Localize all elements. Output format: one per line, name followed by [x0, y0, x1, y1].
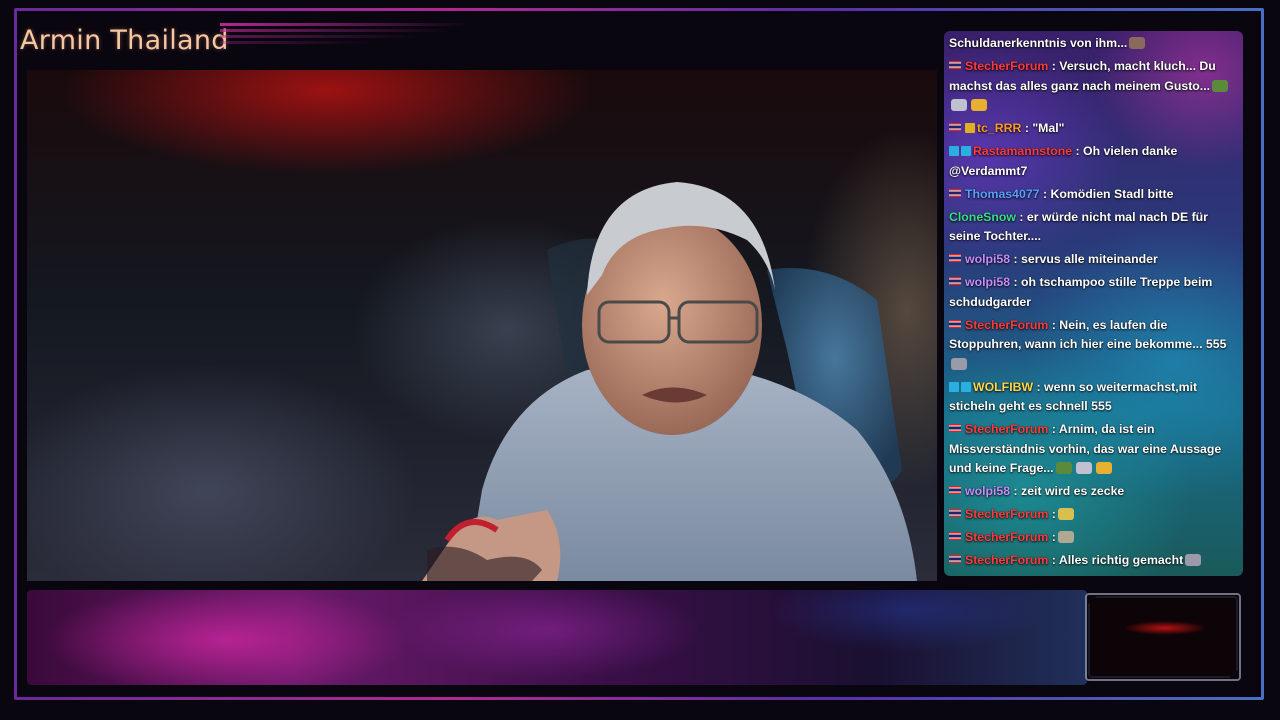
stream-title: Armin Thailand: [20, 24, 229, 56]
chat-message: Rastamannstone : Oh vielen danke @Verdam…: [949, 142, 1237, 181]
chat-username[interactable]: tc_RRR: [977, 121, 1021, 135]
chat-emote-icon: [1129, 37, 1146, 49]
chat-username[interactable]: Rastamannstone: [973, 144, 1072, 158]
chat-text: : "Mal": [1024, 121, 1065, 135]
flag-badge-icon: [949, 254, 961, 262]
chat-message-list: Schuldanerkenntnis von ihm... StecherForu…: [944, 31, 1243, 576]
stream-title-bar: Armin Thailand: [20, 20, 470, 60]
flag-badge-icon: [949, 424, 961, 432]
chat-emote-icon: [1057, 508, 1074, 520]
chat-message: tc_RRR : "Mal": [949, 119, 1237, 139]
chat-username[interactable]: StecherForum: [965, 318, 1048, 332]
chat-text: Schuldanerkenntnis von ihm...: [949, 36, 1128, 50]
chat-text: : Komödien Stadl bitte: [1042, 186, 1174, 201]
chat-emote-icon: [1095, 462, 1112, 474]
flag-badge-icon: [949, 509, 961, 517]
chat-message: Schuldanerkenntnis von ihm...: [949, 34, 1237, 54]
chat-message: CloneSnow : er würde nicht mal nach DE f…: [949, 208, 1237, 247]
chat-username[interactable]: CloneSnow: [949, 210, 1016, 224]
chat-emote-icon: [1055, 462, 1072, 474]
title-decoration: [220, 20, 480, 60]
chat-emote-icon: [1057, 531, 1074, 543]
chat-message: StecherForum :: [949, 505, 1237, 525]
chat-emote-icon: [951, 99, 967, 111]
streamer-video: [422, 182, 917, 581]
chat-message: StecherForum :: [949, 528, 1237, 548]
chat-username[interactable]: Thomas4077: [965, 187, 1040, 201]
chat-message: wolpi58 : zeit wird es zecke: [949, 482, 1237, 502]
chat-username[interactable]: wolpi58: [965, 484, 1010, 498]
chat-message: StecherForum : Nein, es laufen die Stopp…: [949, 316, 1237, 375]
chat-badge-icon: [961, 146, 971, 156]
chat-username[interactable]: StecherForum: [965, 530, 1048, 544]
chat-emote-icon: [951, 357, 967, 370]
flag-badge-icon: [949, 532, 961, 540]
chat-username[interactable]: StecherForum: [965, 59, 1048, 73]
chat-message: WOLFIBW : wenn so weitermachst,mit stich…: [949, 378, 1237, 417]
bottom-banner: [27, 590, 1087, 685]
chat-username[interactable]: wolpi58: [965, 275, 1010, 289]
chat-message: StecherForum : Versuch, macht kluch... D…: [949, 57, 1237, 116]
flag-badge-icon: [949, 555, 961, 563]
chat-emote-icon: [1212, 79, 1229, 92]
flag-badge-icon: [949, 61, 961, 69]
chat-emote-icon: [1075, 462, 1092, 474]
chat-message: StecherForum : Alles richtig gemacht: [949, 551, 1237, 571]
chat-username[interactable]: StecherForum: [965, 553, 1048, 567]
chat-message: wolpi58 : ticktack ticjtack: [949, 574, 1237, 576]
chat-message: Thomas4077 : Komödien Stadl bitte: [949, 185, 1237, 205]
chat-username[interactable]: WOLFIBW: [973, 380, 1033, 394]
chat-badge-icon: [949, 381, 959, 392]
chat-badge-icon: [961, 381, 971, 392]
flag-badge-icon: [949, 319, 961, 328]
camera-feed: [27, 70, 937, 581]
chat-text: : Alles richtig gemacht: [1051, 553, 1184, 567]
secondary-camera-feed: [1088, 596, 1238, 678]
chat-message: wolpi58 : servus alle miteinander: [949, 250, 1237, 270]
chat-message: wolpi58 : oh tschampoo stille Treppe bei…: [949, 273, 1237, 312]
chat-badge-icon: [949, 146, 959, 156]
chat-message: StecherForum : Arnim, da ist ein Missver…: [949, 420, 1237, 479]
chat-username[interactable]: wolpi58: [965, 252, 1010, 266]
flag-badge-icon: [949, 486, 961, 494]
chat-emote-icon: [1185, 554, 1202, 566]
chat-text: :: [1051, 530, 1056, 544]
chat-text: :: [1051, 507, 1056, 521]
chat-text: : servus alle miteinander: [1013, 252, 1158, 266]
subscriber-badge-icon: [965, 123, 975, 133]
chat-emote-icon: [971, 99, 987, 111]
chat-username[interactable]: StecherForum: [965, 507, 1048, 521]
flag-badge-icon: [949, 188, 961, 197]
chat-username[interactable]: StecherForum: [965, 422, 1048, 436]
chat-text: : zeit wird es zecke: [1013, 484, 1125, 498]
chat-panel: Schuldanerkenntnis von ihm... StecherForu…: [944, 31, 1243, 576]
flag-badge-icon: [949, 277, 961, 285]
flag-badge-icon: [949, 123, 961, 131]
